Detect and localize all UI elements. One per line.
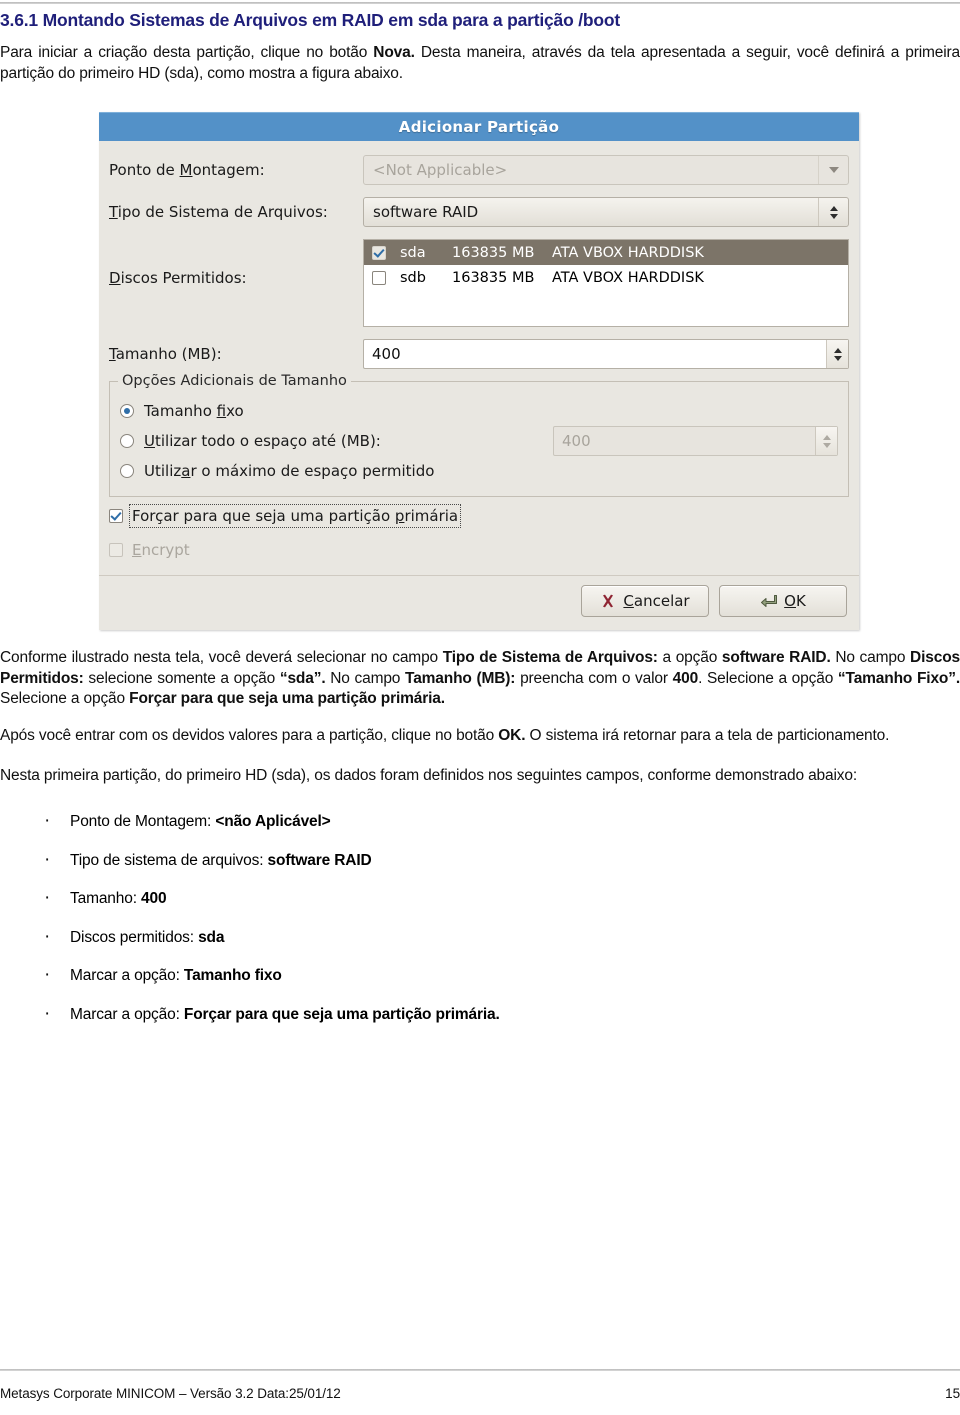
radio-fill-up-to-label: Utilizar todo o espaço até (MB): xyxy=(144,432,381,450)
mount-point-control: <Not Applicable> xyxy=(363,155,849,185)
allowed-drives-list[interactable]: sda 163835 MB ATA VBOX HARDDISK sdb 1638… xyxy=(363,239,849,327)
drive-size: 163835 MB xyxy=(452,244,535,261)
size-label: Tamanho (MB): xyxy=(109,345,222,363)
ok-button-label: OK xyxy=(784,592,806,610)
drive-checkbox[interactable] xyxy=(372,270,390,286)
fill-up-to-spinner[interactable]: 400 xyxy=(553,426,838,456)
ok-paragraph: Após você entrar com os devidos valores … xyxy=(0,726,890,744)
radio-max-allowable[interactable]: Utilizar o máximo de espaço permitido xyxy=(120,456,838,486)
allowed-drives-row: Discos Permitidos: sda 163835 MB ATA VBO… xyxy=(109,239,849,327)
force-primary-row[interactable]: Forçar para que seja uma partição primár… xyxy=(109,501,849,531)
mount-point-label: Ponto de Montagem: xyxy=(109,161,265,179)
filesystem-type-combo[interactable]: software RAID xyxy=(363,197,849,227)
size-row: Tamanho (MB): 400 xyxy=(109,339,849,369)
list-item: Tamanho: 400 xyxy=(0,887,960,909)
cancel-button[interactable]: Cancelar xyxy=(581,585,709,617)
drive-size: 163835 MB xyxy=(452,269,535,286)
dialog-title: Adicionar Partição xyxy=(398,118,560,136)
size-options-group: Opções Adicionais de Tamanho Tamanho fix… xyxy=(109,373,849,497)
allowed-drives-label: Discos Permitidos: xyxy=(109,269,247,287)
body-after-figure: Conforme ilustrado nesta tela, você deve… xyxy=(0,648,960,1045)
radio-fill-up-to[interactable]: Utilizar todo o espaço até (MB): 400 xyxy=(120,426,838,456)
chevron-down-icon xyxy=(818,156,848,184)
dialog-titlebar: Adicionar Partição xyxy=(99,112,859,141)
document-page: 3.6.1 Montando Sistemas de Arquivos em R… xyxy=(0,0,960,1415)
updown-arrows-icon xyxy=(818,198,848,226)
drive-checkbox[interactable] xyxy=(372,245,390,261)
filesystem-type-value: software RAID xyxy=(373,203,479,221)
radio-max-allowable-label: Utilizar o máximo de espaço permitido xyxy=(144,462,435,480)
list-item: Marcar a opção: Forçar para que seja uma… xyxy=(0,1003,960,1025)
enter-arrow-icon xyxy=(761,595,778,607)
radio-indicator[interactable] xyxy=(120,404,134,418)
document-content: 3.6.1 Montando Sistemas de Arquivos em R… xyxy=(0,10,960,93)
mount-point-value: <Not Applicable> xyxy=(373,161,508,179)
cancel-button-label: Cancelar xyxy=(623,592,690,610)
size-options-legend: Opções Adicionais de Tamanho xyxy=(118,373,351,389)
table-row[interactable]: sda 163835 MB ATA VBOX HARDDISK xyxy=(364,240,848,265)
mount-point-combo[interactable]: <Not Applicable> xyxy=(363,155,849,185)
footer-rule xyxy=(0,1369,960,1371)
fill-up-to-entry-wrap: 400 xyxy=(553,426,838,456)
intro-paragraph: Para iniciar a criação desta partição, c… xyxy=(0,44,960,82)
list-item: Marcar a opção: Tamanho fixo xyxy=(0,964,960,986)
encrypt-row[interactable]: Encrypt xyxy=(109,535,849,565)
summary-bullet-list: Ponto de Montagem: <não Aplicável> Tipo … xyxy=(0,810,960,1025)
drive-model: ATA VBOX HARDDISK xyxy=(552,269,704,286)
drive-model: ATA VBOX HARDDISK xyxy=(552,244,704,261)
list-item: Discos permitidos: sda xyxy=(0,926,960,948)
filesystem-type-control: software RAID xyxy=(363,197,849,227)
list-item: Ponto de Montagem: <não Aplicável> xyxy=(0,810,960,832)
list-item: Tipo de sistema de arquivos: software RA… xyxy=(0,849,960,871)
allowed-drives-control: sda 163835 MB ATA VBOX HARDDISK sdb 1638… xyxy=(363,239,849,327)
footer-page-number: 15 xyxy=(945,1386,960,1401)
encrypt-checkbox[interactable] xyxy=(109,543,123,557)
filesystem-type-row: Tipo de Sistema de Arquivos: software RA… xyxy=(109,197,849,227)
radio-fixed-size-label: Tamanho fixo xyxy=(144,402,244,420)
page-footer: Metasys Corporate MINICOM – Versão 3.2 D… xyxy=(0,1386,960,1401)
filesystem-type-label: Tipo de Sistema de Arquivos: xyxy=(109,203,328,221)
dialog-body: Ponto de Montagem: <Not Applicable> Tipo… xyxy=(99,141,859,617)
radio-fixed-size[interactable]: Tamanho fixo xyxy=(120,396,838,426)
dialog-button-bar: Cancelar OK xyxy=(109,576,849,617)
radio-indicator[interactable] xyxy=(120,434,134,448)
spinner-arrows-icon[interactable] xyxy=(826,340,848,368)
encrypt-label: Encrypt xyxy=(132,541,190,559)
size-spinner[interactable]: 400 xyxy=(363,339,849,369)
drive-name: sdb xyxy=(400,269,426,286)
radio-indicator[interactable] xyxy=(120,464,134,478)
force-primary-checkbox[interactable] xyxy=(109,509,123,523)
page-title: 3.6.1 Montando Sistemas de Arquivos em R… xyxy=(0,10,620,30)
drive-name: sda xyxy=(400,244,426,261)
size-control: 400 xyxy=(363,339,849,369)
ok-button[interactable]: OK xyxy=(719,585,847,617)
mount-point-row: Ponto de Montagem: <Not Applicable> xyxy=(109,155,849,185)
spinner-arrows-icon[interactable] xyxy=(815,427,837,455)
summary-intro-paragraph: Nesta primeira partição, do primeiro HD … xyxy=(0,767,858,785)
fill-up-to-value: 400 xyxy=(562,432,591,450)
instructions-paragraph: Conforme ilustrado nesta tela, você deve… xyxy=(0,649,960,708)
x-mark-icon xyxy=(603,594,614,608)
size-value: 400 xyxy=(372,345,401,363)
force-primary-label: Forçar para que seja uma partição primár… xyxy=(128,504,462,528)
table-row[interactable]: sdb 163835 MB ATA VBOX HARDDISK xyxy=(364,265,848,290)
header-rule xyxy=(0,2,960,4)
footer-left-text: Metasys Corporate MINICOM – Versão 3.2 D… xyxy=(0,1386,341,1401)
add-partition-dialog: Adicionar Partição Ponto de Montagem: <N… xyxy=(99,112,859,630)
